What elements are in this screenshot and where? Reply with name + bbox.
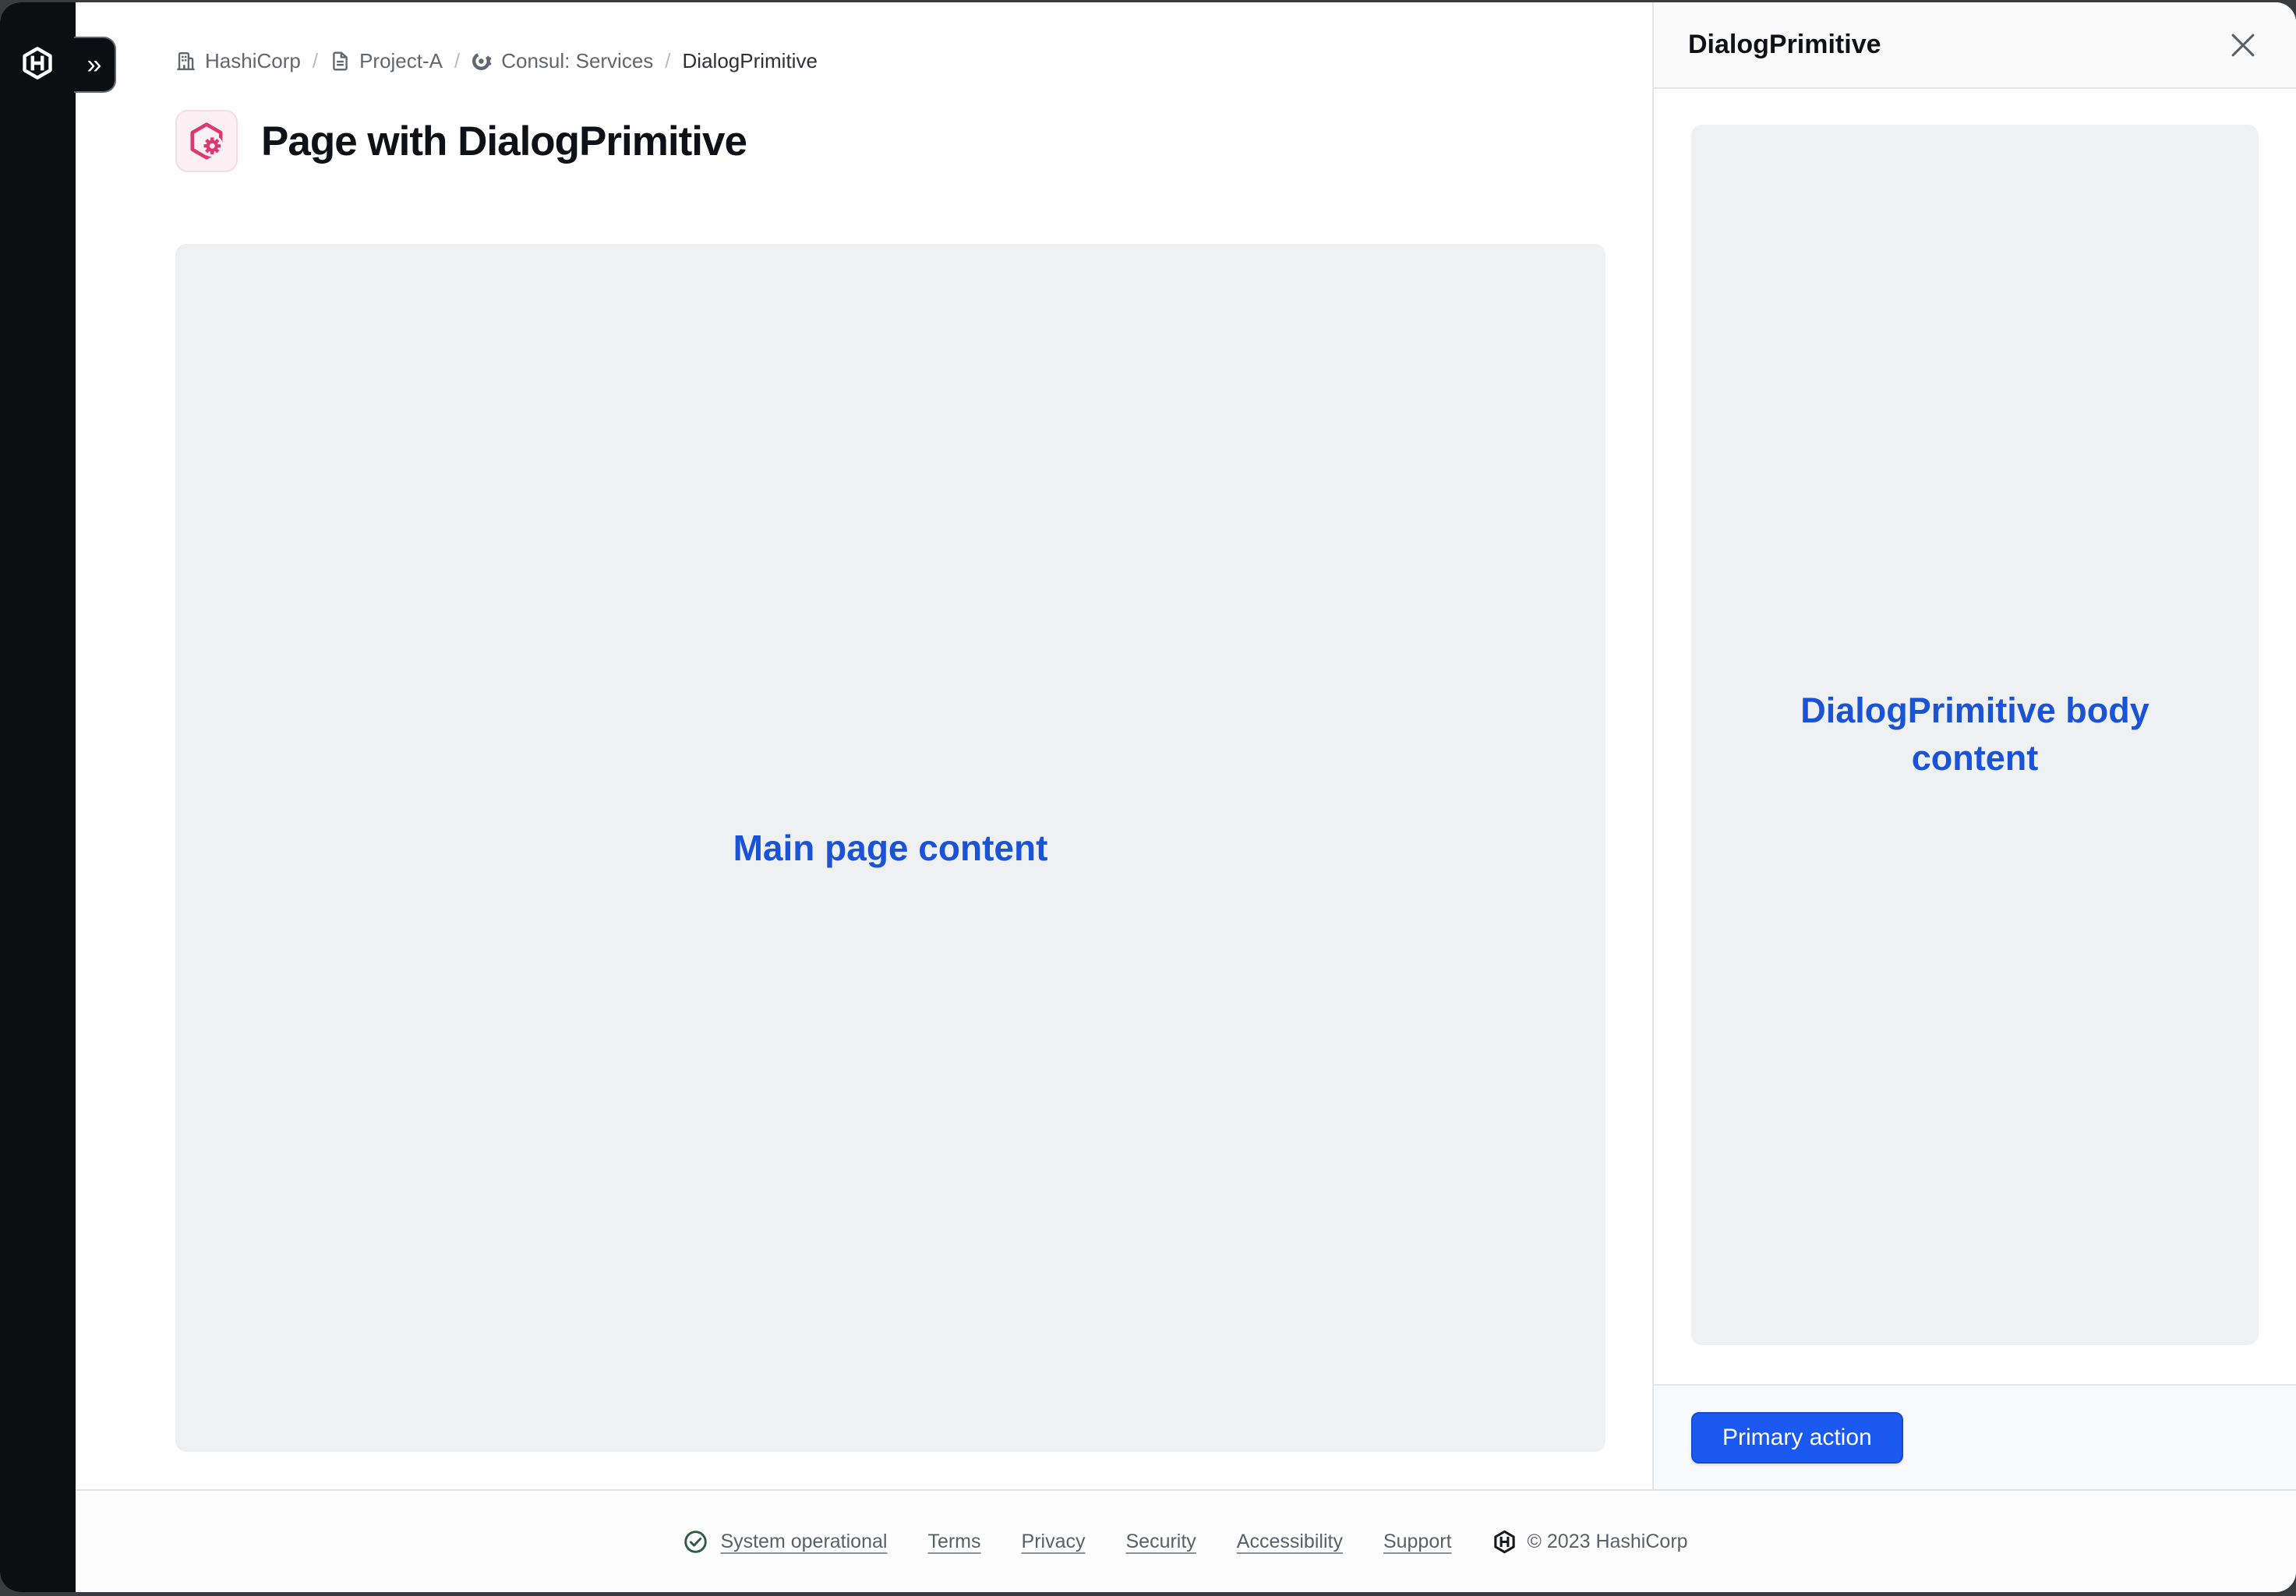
breadcrumb-item-project-a[interactable]: Project-A xyxy=(330,49,443,73)
dialog-footer: Primary action xyxy=(1654,1384,2296,1489)
page-footer: System operational Terms Privacy Securit… xyxy=(76,1489,2296,1592)
breadcrumb: HashiCorp / Project-A / xyxy=(175,48,1605,74)
double-chevron-right-icon: » xyxy=(87,51,102,78)
breadcrumb-label: Consul: Services xyxy=(501,49,653,73)
footer-link-terms[interactable]: Terms xyxy=(927,1531,980,1553)
dialog-primitive-panel: DialogPrimitive DialogPrimitive body con… xyxy=(1652,2,2296,1489)
file-icon xyxy=(330,51,351,72)
footer-link-support[interactable]: Support xyxy=(1383,1531,1452,1553)
footer-link-privacy[interactable]: Privacy xyxy=(1022,1531,1086,1553)
breadcrumb-item-consul-services[interactable]: Consul: Services xyxy=(472,49,653,73)
breadcrumb-separator: / xyxy=(665,49,670,73)
page-title: Page with DialogPrimitive xyxy=(261,118,747,165)
breadcrumb-item-hashicorp[interactable]: HashiCorp xyxy=(175,49,301,73)
copyright: © 2023 HashiCorp xyxy=(1492,1530,1688,1554)
dialog-title: DialogPrimitive xyxy=(1688,30,1881,60)
window-right-column: HashiCorp / Project-A / xyxy=(76,2,2296,1592)
footer-link-security[interactable]: Security xyxy=(1125,1531,1196,1553)
consul-icon xyxy=(187,122,226,161)
org-icon xyxy=(175,51,196,72)
breadcrumb-separator: / xyxy=(313,49,318,73)
dialog-body-label: DialogPrimitive body content xyxy=(1757,687,2193,782)
breadcrumb-item-current: DialogPrimitive xyxy=(683,49,818,73)
sidebar-expand-button[interactable]: » xyxy=(74,37,116,93)
breadcrumb-label: HashiCorp xyxy=(205,49,301,73)
check-circle-icon xyxy=(684,1530,708,1554)
breadcrumb-separator: / xyxy=(454,49,460,73)
dialog-body: DialogPrimitive body content xyxy=(1654,89,2296,1384)
main-content-placeholder: Main page content xyxy=(175,244,1605,1452)
content-row: HashiCorp / Project-A / xyxy=(76,2,2296,1489)
app-sidebar xyxy=(0,2,76,1592)
copyright-text: © 2023 HashiCorp xyxy=(1528,1531,1688,1553)
consul-app-icon xyxy=(175,110,238,172)
breadcrumb-label: Project-A xyxy=(359,49,443,73)
main-content-label: Main page content xyxy=(733,827,1048,869)
breadcrumb-label: DialogPrimitive xyxy=(683,49,818,73)
page-header: Page with DialogPrimitive xyxy=(175,110,1605,172)
hashicorp-logo-icon xyxy=(1492,1530,1517,1554)
app-window: » xyxy=(0,2,2296,1592)
footer-link-accessibility[interactable]: Accessibility xyxy=(1237,1531,1343,1553)
close-icon xyxy=(2228,30,2258,60)
primary-action-button[interactable]: Primary action xyxy=(1691,1412,1903,1464)
dialog-close-button[interactable] xyxy=(2224,26,2262,64)
main-page: HashiCorp / Project-A / xyxy=(76,2,1652,1489)
dialog-body-placeholder: DialogPrimitive body content xyxy=(1691,125,2259,1345)
system-status-link[interactable]: System operational xyxy=(684,1530,887,1554)
dialog-header: DialogPrimitive xyxy=(1654,2,2296,89)
hashicorp-logo[interactable] xyxy=(20,46,55,80)
consul-icon xyxy=(472,51,493,72)
system-status-label: System operational xyxy=(720,1531,887,1553)
